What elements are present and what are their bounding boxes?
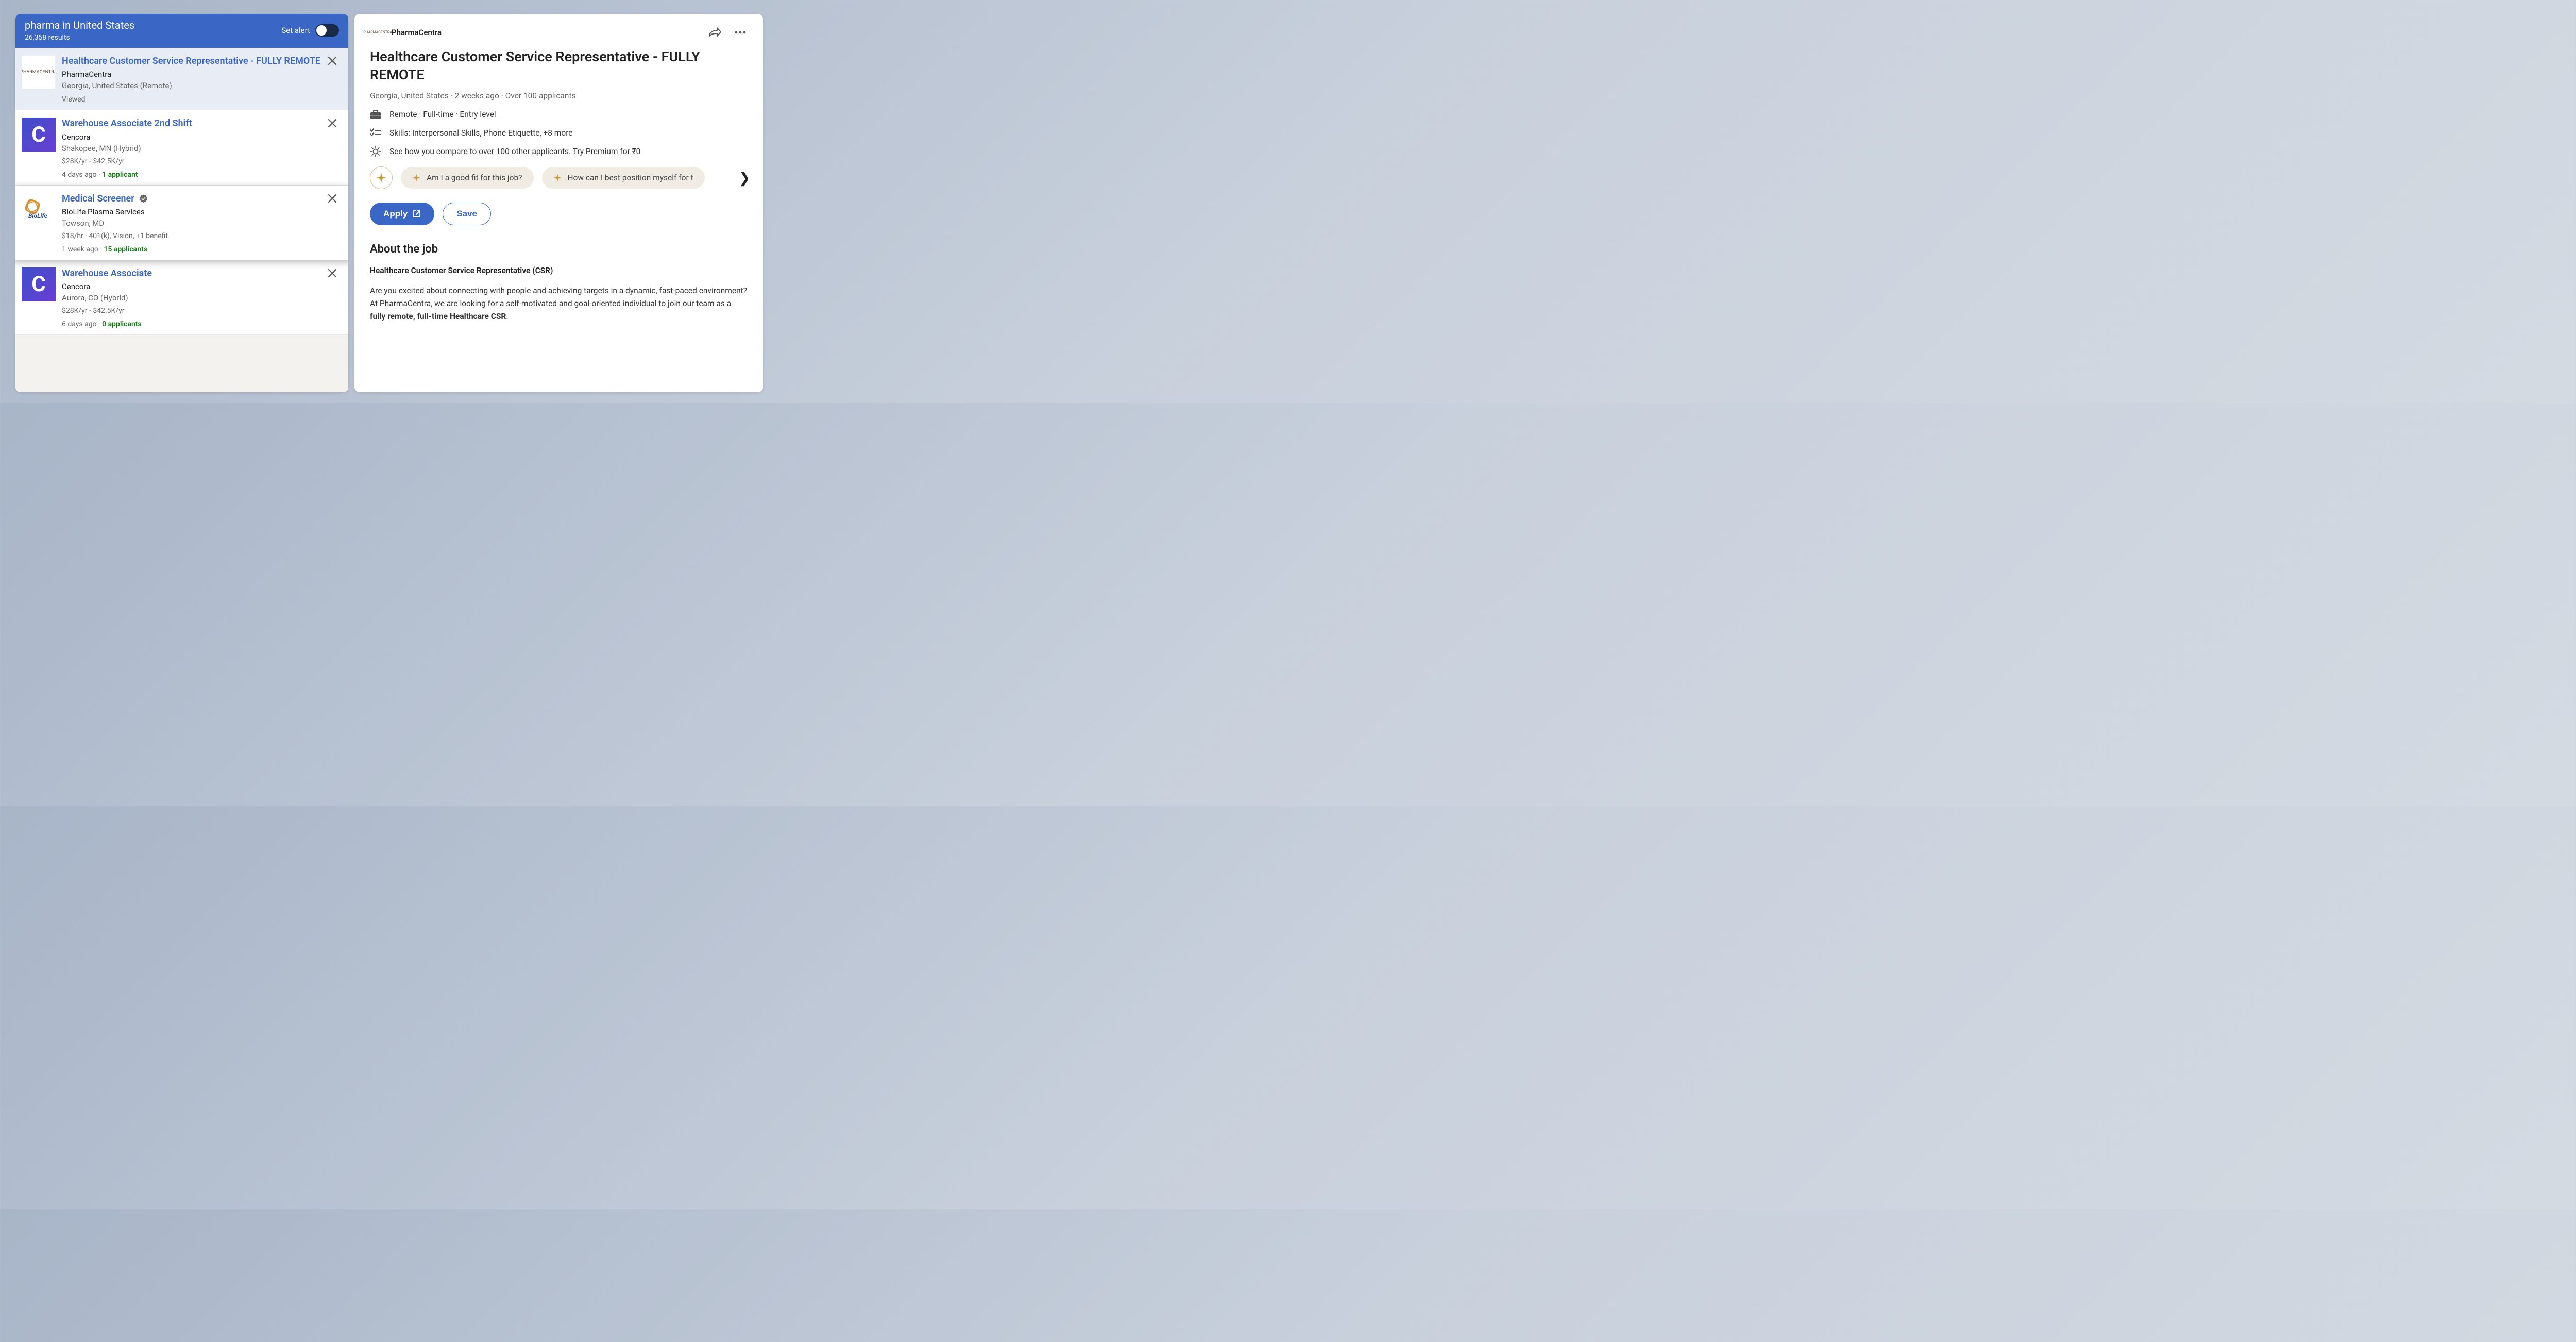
job-company: BioLife Plasma Services bbox=[62, 207, 339, 216]
about-body: Are you excited about connecting with pe… bbox=[370, 284, 748, 323]
checklist-icon bbox=[370, 127, 381, 139]
set-alert-label: Set alert bbox=[281, 26, 310, 35]
job-card[interactable]: C Warehouse Associate 2nd Shift Cencora … bbox=[15, 110, 348, 185]
job-title-link[interactable]: Warehouse Associate 2nd Shift bbox=[62, 118, 339, 130]
job-company: Cencora bbox=[62, 282, 339, 291]
job-card[interactable]: BioLife Medical Screener BioLife Plasma … bbox=[15, 186, 348, 260]
info-compare: See how you compare to over 100 other ap… bbox=[370, 146, 748, 157]
ai-prompt-text: How can I best position myself for t bbox=[568, 173, 693, 182]
job-salary: $28K/yr - $42.5K/yr bbox=[62, 307, 339, 315]
job-title-text: Medical Screener bbox=[62, 193, 134, 205]
share-icon bbox=[708, 27, 721, 38]
job-location: Shakopee, MN (Hybrid) bbox=[62, 144, 339, 153]
job-meta-time: 1 week ago bbox=[62, 245, 98, 254]
job-company: Cencora bbox=[62, 132, 339, 142]
premium-link[interactable]: Try Premium for ₹0 bbox=[573, 147, 641, 156]
job-card[interactable]: C Warehouse Associate Cencora Aurora, CO… bbox=[15, 260, 348, 335]
briefcase-icon bbox=[370, 109, 381, 120]
info-skills: Skills: Interpersonal Skills, Phone Etiq… bbox=[370, 127, 748, 139]
company-logo: PHARMACENTRA bbox=[22, 55, 56, 89]
ai-prompt-pill[interactable]: Am I a good fit for this job? bbox=[401, 167, 534, 189]
job-location: Aurora, CO (Hybrid) bbox=[62, 293, 339, 303]
detail-company-name[interactable]: PharmaCentra bbox=[392, 28, 442, 37]
about-subheading: Healthcare Customer Service Representati… bbox=[370, 266, 748, 275]
external-link-icon bbox=[413, 210, 421, 218]
prompts-scroll-right[interactable]: ❯ bbox=[735, 170, 748, 187]
job-applicants: 1 applicant bbox=[102, 171, 138, 179]
results-panel: pharma in United States 26,358 results S… bbox=[15, 14, 348, 392]
job-applicants: 15 applicants bbox=[104, 245, 147, 254]
detail-subline: Georgia, United States · 2 weeks ago · O… bbox=[370, 91, 748, 100]
close-icon bbox=[328, 269, 337, 278]
search-title: pharma in United States bbox=[25, 19, 134, 31]
job-company: PharmaCentra bbox=[62, 70, 339, 79]
about-heading: About the job bbox=[370, 243, 748, 256]
company-logo: C bbox=[22, 267, 56, 301]
save-button[interactable]: Save bbox=[443, 203, 491, 225]
sparkle-icon bbox=[553, 174, 562, 182]
verified-badge-icon bbox=[139, 194, 148, 204]
job-title-link[interactable]: Medical Screener bbox=[62, 193, 339, 205]
job-meta: 1 week ago · 15 applicants bbox=[62, 245, 339, 254]
ai-prompt-text: Am I a good fit for this job? bbox=[427, 173, 522, 182]
close-icon bbox=[328, 119, 337, 128]
job-meta-time: 4 days ago bbox=[62, 171, 97, 179]
sparkle-icon bbox=[376, 173, 386, 183]
share-button[interactable] bbox=[707, 25, 722, 40]
job-location: Towson, MD bbox=[62, 219, 339, 228]
alert-toggle[interactable] bbox=[315, 24, 339, 37]
ai-prompt-pill[interactable]: How can I best position myself for t bbox=[542, 167, 705, 189]
job-applicants: 0 applicants bbox=[102, 320, 142, 328]
about-body-text: Are you excited about connecting with pe… bbox=[370, 286, 747, 308]
company-logo: BioLife bbox=[22, 193, 56, 227]
job-card[interactable]: PHARMACENTRA Healthcare Customer Service… bbox=[15, 48, 348, 110]
dismiss-button[interactable] bbox=[326, 266, 339, 280]
ai-sparkle-button[interactable] bbox=[370, 166, 393, 189]
dismiss-button[interactable] bbox=[326, 116, 339, 130]
close-icon bbox=[328, 194, 337, 203]
job-status: Viewed bbox=[62, 95, 339, 104]
lightbulb-icon bbox=[370, 146, 381, 157]
sparkle-icon bbox=[412, 174, 420, 182]
job-title-link[interactable]: Warehouse Associate bbox=[62, 267, 339, 280]
info-work-text: Remote · Full-time · Entry level bbox=[389, 110, 496, 119]
more-button[interactable] bbox=[733, 25, 748, 40]
info-work-type: Remote · Full-time · Entry level bbox=[370, 109, 748, 120]
search-count: 26,358 results bbox=[25, 33, 134, 42]
job-meta: 6 days ago · 0 applicants bbox=[62, 320, 339, 328]
detail-job-title: Healthcare Customer Service Representati… bbox=[370, 48, 748, 84]
job-meta-time: 6 days ago bbox=[62, 320, 97, 328]
job-location: Georgia, United States (Remote) bbox=[62, 81, 339, 90]
job-salary: $28K/yr - $42.5K/yr bbox=[62, 157, 339, 165]
about-body-bold: fully remote, full-time Healthcare CSR bbox=[370, 312, 506, 321]
apply-label: Apply bbox=[383, 209, 408, 219]
dismiss-button[interactable] bbox=[326, 54, 339, 68]
close-icon bbox=[328, 56, 337, 65]
detail-panel: PHARMACENTRA PharmaCentra Healthcare Cus… bbox=[354, 14, 763, 392]
ai-prompts-row: Am I a good fit for this job? How can I … bbox=[370, 166, 748, 189]
svg-text:BioLife: BioLife bbox=[28, 212, 47, 220]
info-skills-text: Skills: Interpersonal Skills, Phone Etiq… bbox=[389, 128, 573, 138]
more-icon bbox=[735, 31, 746, 34]
info-compare-text: See how you compare to over 100 other ap… bbox=[389, 147, 573, 156]
about-body-text: . bbox=[506, 312, 508, 321]
search-header: pharma in United States 26,358 results S… bbox=[15, 14, 348, 48]
toggle-knob bbox=[316, 25, 327, 36]
dismiss-button[interactable] bbox=[326, 192, 339, 205]
company-logo-small: PHARMACENTRA bbox=[370, 28, 385, 37]
job-salary: $18/hr · 401(k), Vision, +1 benefit bbox=[62, 232, 339, 240]
job-title-link[interactable]: Healthcare Customer Service Representati… bbox=[62, 55, 339, 68]
company-logo: C bbox=[22, 118, 56, 152]
job-meta: 4 days ago · 1 applicant bbox=[62, 171, 339, 179]
results-list[interactable]: PHARMACENTRA Healthcare Customer Service… bbox=[15, 48, 348, 392]
apply-button[interactable]: Apply bbox=[370, 203, 434, 225]
